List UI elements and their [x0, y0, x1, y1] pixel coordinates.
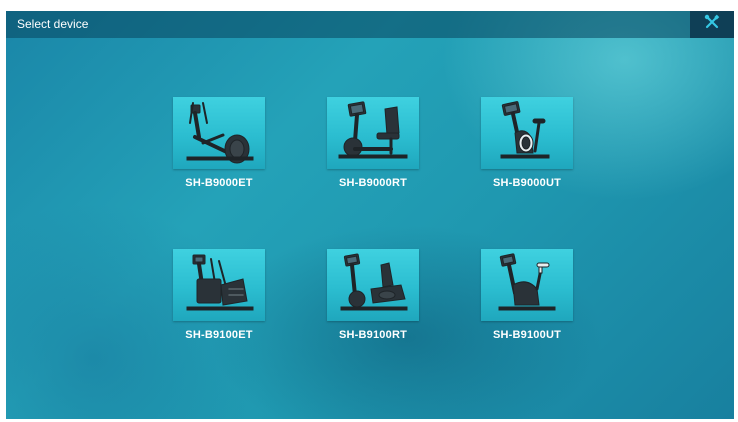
- device-label: SH-B9100ET: [185, 329, 253, 341]
- device-label: SH-B9100RT: [338, 329, 408, 341]
- upright-bike-icon: [498, 253, 556, 311]
- settings-button[interactable]: [690, 11, 734, 38]
- device-card-sh-b9100ut[interactable]: SH-B9100UT: [475, 249, 579, 359]
- title-bar: Select device: [6, 11, 734, 38]
- device-label: SH-B9000UT: [492, 177, 562, 189]
- device-label: SH-B9000ET: [185, 177, 253, 189]
- device-card-sh-b9100rt[interactable]: SH-B9100RT: [321, 249, 425, 359]
- upright-bike-icon: [500, 101, 550, 159]
- device-card-sh-b9000ut[interactable]: SH-B9000UT: [475, 97, 579, 207]
- elliptical-trainer-icon: [186, 254, 254, 311]
- elliptical-trainer-icon: [186, 102, 254, 164]
- device-thumbnail: [481, 249, 573, 321]
- device-thumbnail: [327, 97, 419, 169]
- device-card-sh-b9000et[interactable]: SH-B9000ET: [167, 97, 271, 207]
- device-thumbnail: [173, 97, 265, 169]
- page-title: Select device: [17, 17, 89, 31]
- recumbent-bike-icon: [338, 101, 408, 159]
- device-card-sh-b9100et[interactable]: SH-B9100ET: [167, 249, 271, 359]
- device-thumbnail: [173, 249, 265, 321]
- device-selection-screen: Select device SH-B9000ET SH-B9000RT SH-B…: [6, 11, 734, 419]
- device-label: SH-B9000RT: [338, 177, 408, 189]
- device-label: SH-B9100UT: [492, 329, 562, 341]
- device-card-sh-b9000rt[interactable]: SH-B9000RT: [321, 97, 425, 207]
- recumbent-bike-icon: [340, 253, 408, 311]
- tools-icon: [704, 14, 720, 35]
- device-thumbnail: [327, 249, 419, 321]
- device-thumbnail: [481, 97, 573, 169]
